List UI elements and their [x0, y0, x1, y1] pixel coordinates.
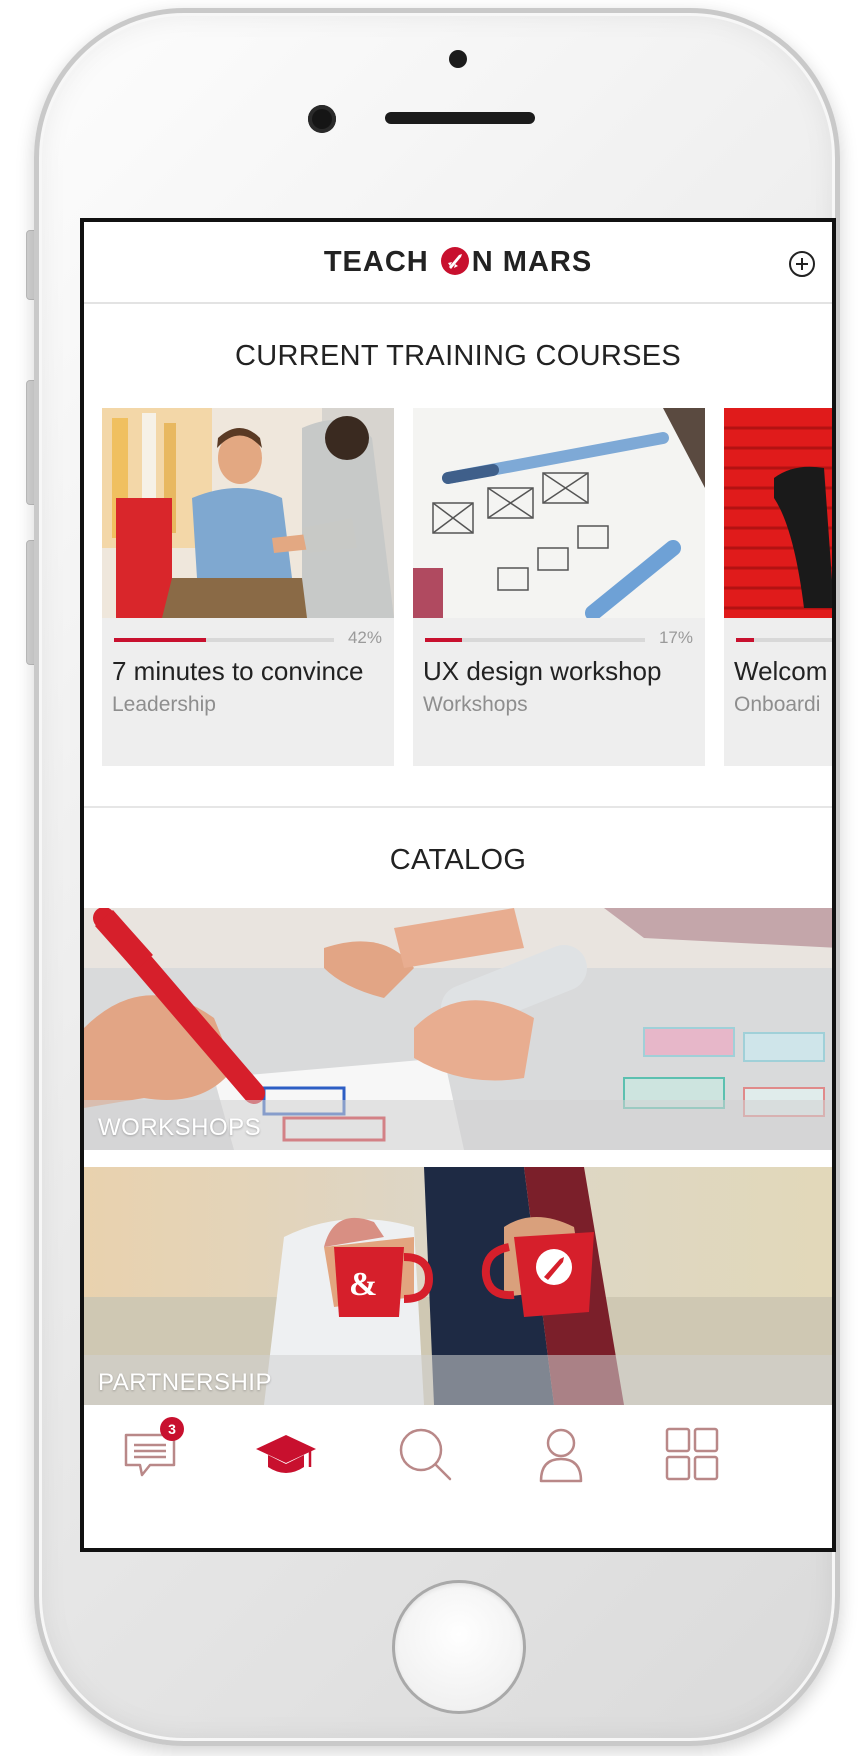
catalog-item-workshops[interactable]: WORKSHOPS: [84, 908, 832, 1150]
course-progress-label: 42%: [347, 628, 382, 647]
course-category: Leadership: [112, 693, 216, 716]
course-progress-fill: [736, 638, 754, 642]
app-screen: TEACH N MARS CURRENT TRAINING COURSES 42…: [80, 218, 836, 1552]
course-title: 7 minutes to convince: [112, 656, 364, 686]
catalog-item-partnership[interactable]: & PARTNERSHIP: [84, 1167, 832, 1405]
course-card[interactable]: Welcom Onboardi: [724, 408, 832, 766]
course-title: UX design workshop: [423, 656, 662, 686]
course-category: Onboardi: [734, 693, 821, 716]
nav-profile[interactable]: [529, 1423, 593, 1487]
course-progress-fill: [114, 638, 207, 642]
bottom-navigation: 3: [84, 1405, 832, 1548]
front-camera: [308, 105, 336, 133]
course-card[interactable]: 42% 7 minutes to convince Leadership: [102, 408, 394, 766]
course-image-onboarding: [724, 408, 832, 618]
notification-badge: 3: [160, 1417, 184, 1441]
nav-search[interactable]: [394, 1423, 458, 1487]
plus-circle-icon[interactable]: [786, 248, 818, 280]
course-progress-bar: [736, 638, 832, 642]
course-category: Workshops: [423, 693, 528, 716]
logo-text-teach: TEACH: [323, 246, 429, 278]
course-image-wireframe: [413, 408, 705, 618]
nav-messages[interactable]: 3: [120, 1417, 184, 1487]
app-header: TEACH N MARS: [84, 222, 832, 304]
section-divider: [84, 806, 832, 808]
logo-text-mars: N MARS: [471, 246, 593, 278]
current-courses-title: CURRENT TRAINING COURSES: [234, 340, 681, 372]
profile-icon: [539, 1428, 583, 1483]
catalog-title: CATALOG: [389, 844, 527, 876]
nav-menu[interactable]: [659, 1423, 723, 1487]
course-progress-bar: [114, 638, 334, 642]
grid-icon: [665, 1427, 719, 1481]
search-icon: [399, 1428, 452, 1481]
course-card[interactable]: 17% UX design workshop Workshops: [413, 408, 705, 766]
course-title: Welcom: [734, 656, 828, 686]
catalog-item-label: WORKSHOPS: [98, 1114, 262, 1141]
course-progress-bar: [425, 638, 645, 642]
course-progress-fill: [425, 638, 463, 642]
rocket-icon: [440, 247, 469, 275]
nav-training[interactable]: [254, 1423, 318, 1487]
graduation-cap-icon: [256, 1435, 316, 1473]
catalog-item-label: PARTNERSHIP: [98, 1369, 272, 1396]
home-button[interactable]: [392, 1580, 526, 1714]
course-image-handshake: [102, 408, 394, 618]
app-logo: TEACH N MARS: [84, 246, 832, 279]
earpiece-speaker: [385, 112, 535, 124]
proximity-sensor: [449, 50, 467, 68]
svg-text:&: &: [349, 1266, 377, 1303]
course-progress-label: 17%: [658, 628, 693, 647]
